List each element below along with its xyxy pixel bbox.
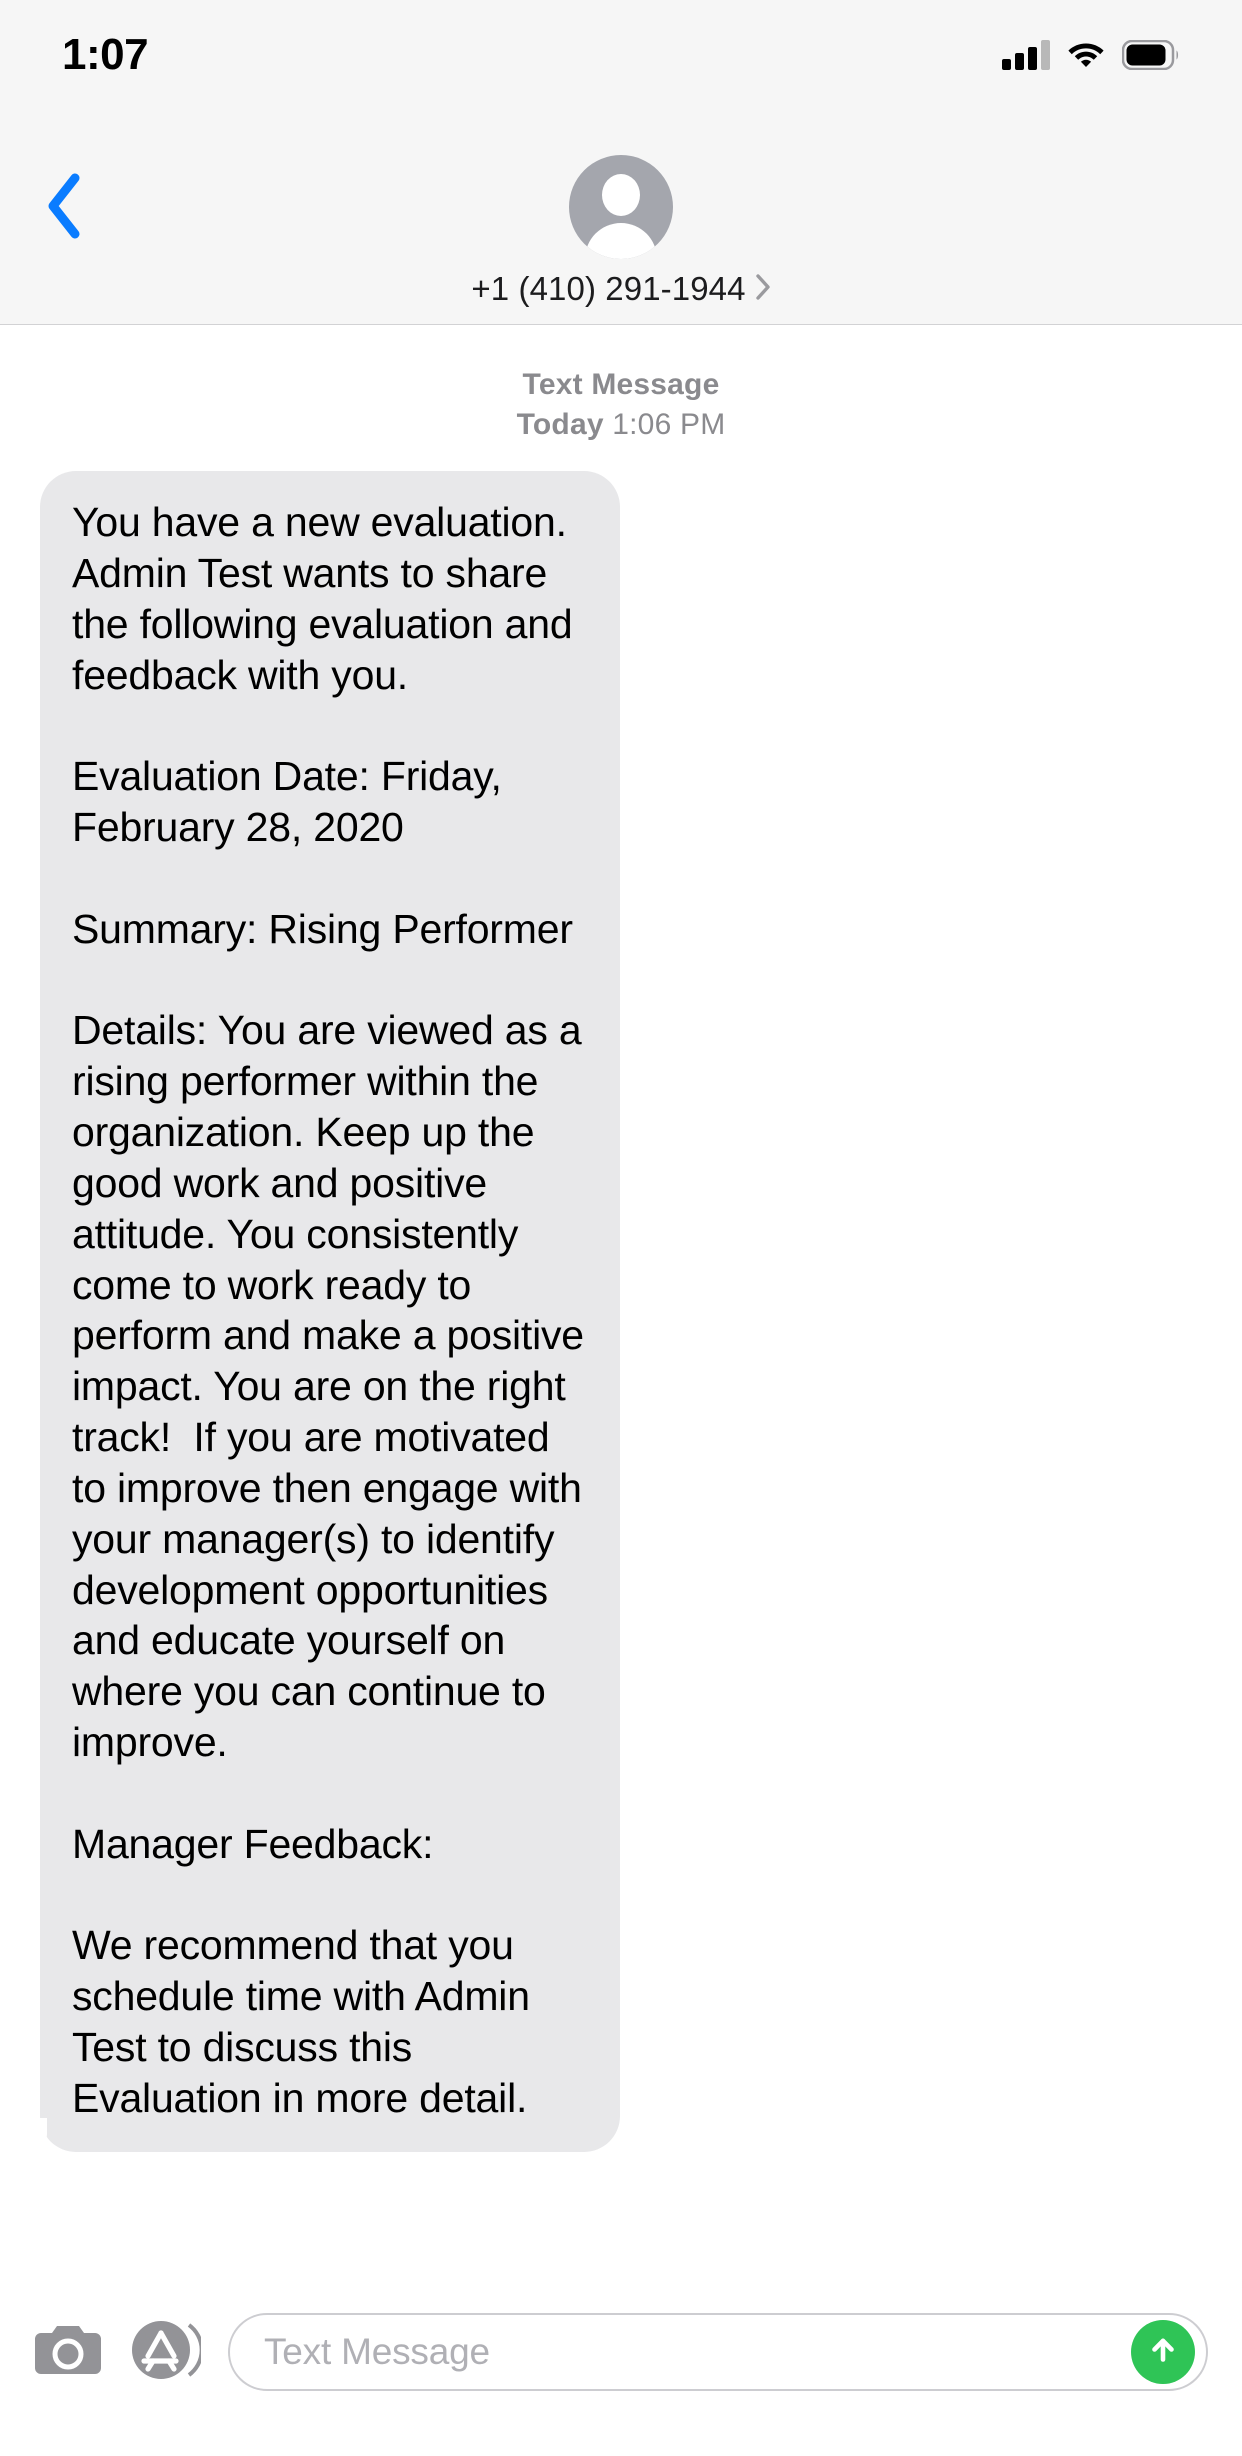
app-store-icon [131,2317,204,2388]
contact-name: +1 (410) 291-1944 [471,270,746,307]
message-row-incoming: You have a new evaluation. Admin Test wa… [29,471,1202,2152]
message-list[interactable]: Text Message Today 1:06 PM You have a ne… [0,325,1242,2276]
message-bubble-incoming[interactable]: You have a new evaluation. Admin Test wa… [29,471,620,2152]
chevron-right-icon [755,273,771,306]
message-time: 1:06 PM [612,407,726,441]
message-type-label: Text Message [522,368,720,401]
contact-avatar-placeholder-icon [569,155,673,259]
contact-name-row: +1 (410) 291-1944 [471,270,770,308]
status-bar: 1:07 [0,0,1242,92]
status-bar-icons [1002,38,1180,73]
message-input-bar: Text Message [0,2276,1242,2428]
battery-icon [1122,40,1180,70]
wifi-icon [1066,38,1106,73]
camera-button[interactable] [32,2316,104,2388]
conversation-header: +1 (410) 291-1944 [0,92,1242,325]
contact-info-button[interactable]: +1 (410) 291-1944 [0,155,1242,308]
send-button[interactable] [1131,2320,1195,2384]
camera-icon [35,2322,101,2383]
message-datetime: Today 1:06 PM [40,405,1202,445]
app-store-button[interactable] [130,2316,204,2388]
arrow-up-icon [1145,2332,1181,2373]
status-bar-time: 1:07 [62,30,149,79]
message-day: Today [516,407,604,441]
message-input-placeholder: Text Message [264,2331,490,2372]
message-input-field[interactable]: Text Message [228,2313,1208,2391]
message-timestamp-header: Text Message Today 1:06 PM [40,365,1202,444]
messages-screen: 1:07 +1 (410) 291-1944 Text Message Toda… [0,0,1242,2456]
home-indicator-area [0,2428,1242,2456]
cellular-signal-icon [1002,40,1050,70]
